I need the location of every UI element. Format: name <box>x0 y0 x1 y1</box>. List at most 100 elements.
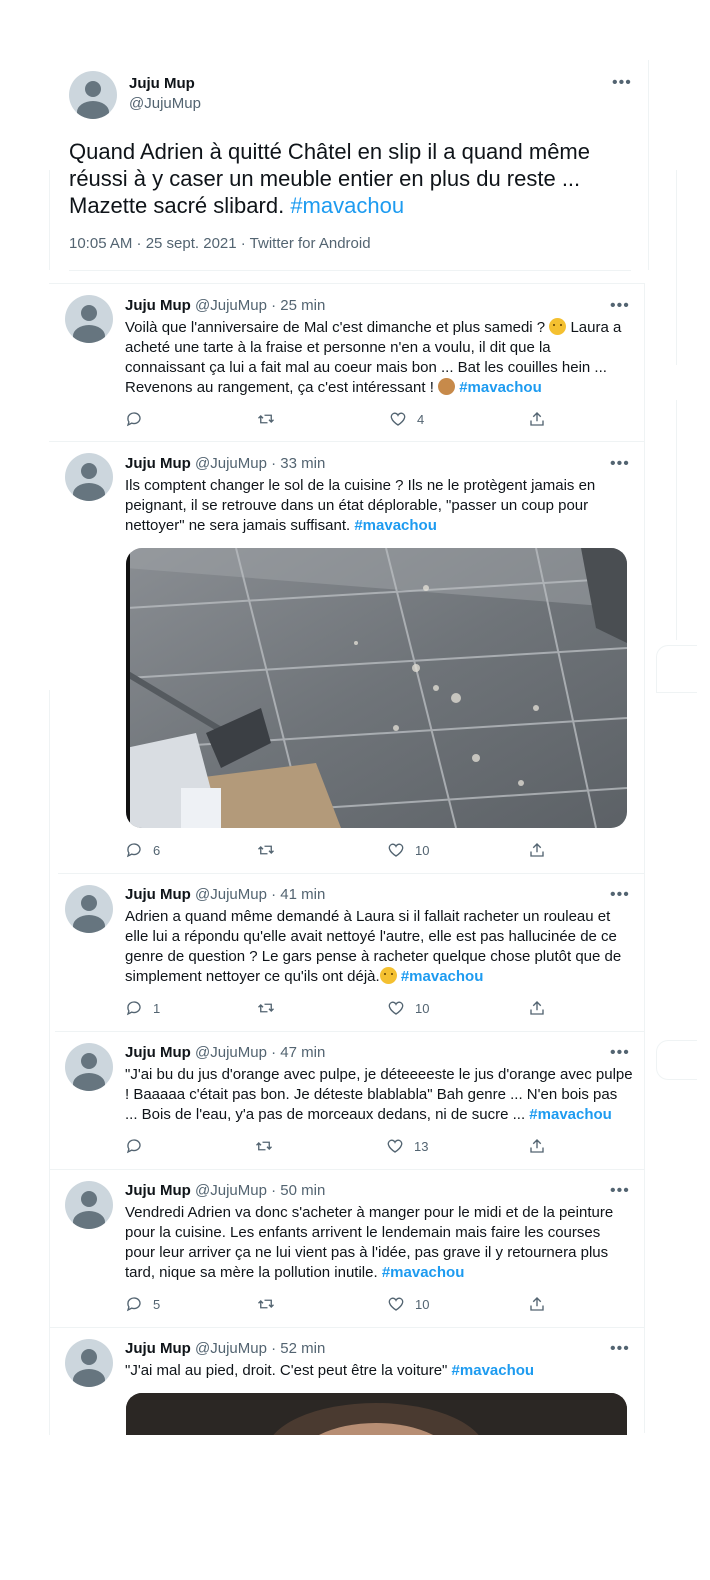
tweet-actions: 13 <box>125 1137 555 1157</box>
tweet-actions: 5 10 <box>125 1295 555 1315</box>
more-icon[interactable]: ••• <box>610 297 630 315</box>
tweet-image-person[interactable] <box>126 1393 627 1435</box>
reply-button[interactable]: 1 <box>125 999 160 1017</box>
author-handle[interactable]: @JujuMup <box>195 1340 267 1357</box>
author-handle[interactable]: @JujuMup <box>129 95 201 112</box>
retweet-button[interactable] <box>257 999 275 1017</box>
woman-facepalming-emoji <box>438 378 456 395</box>
side-widget-fragment <box>656 1040 697 1080</box>
timestamp[interactable]: · 47 min <box>271 1044 325 1061</box>
more-icon[interactable]: ••• <box>610 1340 630 1358</box>
heart-icon <box>390 412 406 426</box>
heart-icon <box>388 843 404 857</box>
reply-button[interactable]: 6 <box>125 841 160 859</box>
author-name[interactable]: Juju Mup <box>125 1340 191 1357</box>
divider <box>69 270 631 271</box>
tweet-text: "J'ai bu du jus d'orange avec pulpe, je … <box>125 1066 633 1123</box>
more-icon[interactable]: ••• <box>610 886 630 904</box>
page-edge-line <box>49 690 50 1435</box>
timestamp[interactable]: · 52 min <box>271 1340 325 1357</box>
hashtag-link[interactable]: #mavachou <box>290 193 404 218</box>
retweet-button[interactable] <box>257 410 275 428</box>
timestamp[interactable]: · 41 min <box>271 886 325 903</box>
like-button[interactable]: 10 <box>387 841 429 859</box>
author-handle[interactable]: @JujuMup <box>195 455 267 472</box>
like-button[interactable]: 13 <box>386 1137 428 1155</box>
avatar[interactable] <box>65 885 113 933</box>
timestamp[interactable]: · 25 min <box>271 297 325 314</box>
like-button[interactable]: 10 <box>387 999 429 1017</box>
tweet-header: Juju Mup @JujuMup · 52 min <box>125 1340 325 1357</box>
more-icon[interactable]: ••• <box>612 74 632 92</box>
tweet-text: Adrien a quand même demandé à Laura si i… <box>125 908 622 985</box>
reply-button[interactable] <box>125 410 153 428</box>
avatar[interactable] <box>65 295 113 343</box>
retweet-button[interactable] <box>257 841 275 859</box>
avatar[interactable] <box>69 71 117 119</box>
hashtag-link[interactable]: #mavachou <box>382 1264 465 1281</box>
hashtag-link[interactable]: #mavachou <box>354 517 437 534</box>
avatar[interactable] <box>65 453 113 501</box>
divider <box>58 873 644 874</box>
heart-icon <box>388 1001 404 1015</box>
timestamp[interactable]: · 50 min <box>271 1182 325 1199</box>
more-icon[interactable]: ••• <box>610 455 630 473</box>
tweet-text: "J'ai mal au pied, droit. C'est peut êtr… <box>125 1362 535 1379</box>
author-name[interactable]: Juju Mup <box>125 1044 191 1061</box>
hashtag-link[interactable]: #mavachou <box>401 968 484 985</box>
reply-icon <box>126 843 141 858</box>
author-name[interactable]: Juju Mup <box>125 455 191 472</box>
author-handle[interactable]: @JujuMup <box>195 297 267 314</box>
tweet-actions: 4 <box>125 410 555 430</box>
share-button[interactable] <box>528 410 546 428</box>
hashtag-link[interactable]: #mavachou <box>459 379 542 396</box>
share-icon <box>530 412 544 426</box>
like-button[interactable]: 4 <box>389 410 424 428</box>
tweet-header: Juju Mup @JujuMup · 25 min <box>125 297 325 314</box>
author-name[interactable]: Juju Mup <box>129 75 195 92</box>
page-edge-line <box>648 60 649 270</box>
more-icon[interactable]: ••• <box>610 1182 630 1200</box>
tweet-header: Juju Mup @JujuMup · 47 min <box>125 1044 325 1061</box>
tweet-text: Voilà que l'anniversaire de Mal c'est di… <box>125 318 622 396</box>
hashtag-link[interactable]: #mavachou <box>529 1106 612 1123</box>
share-button[interactable] <box>528 1137 546 1155</box>
divider <box>49 1327 644 1328</box>
share-button[interactable] <box>528 841 546 859</box>
reply-icon <box>126 1001 141 1016</box>
more-icon[interactable]: ••• <box>610 1044 630 1062</box>
avatar[interactable] <box>65 1043 113 1091</box>
author-name[interactable]: Juju Mup <box>125 886 191 903</box>
like-button[interactable]: 10 <box>387 1295 429 1313</box>
page-edge-line <box>676 170 677 365</box>
share-icon <box>530 1297 544 1311</box>
tweet-image-kitchen-floor[interactable] <box>126 548 627 828</box>
share-button[interactable] <box>528 999 546 1017</box>
timestamp[interactable]: · 33 min <box>271 455 325 472</box>
author-name[interactable]: Juju Mup <box>125 297 191 314</box>
tweet-text: Quand Adrien à quitté Châtel en slip il … <box>69 139 590 218</box>
reply-button[interactable] <box>125 1137 153 1155</box>
thinking-face-emoji <box>379 967 397 984</box>
share-icon <box>530 1001 544 1015</box>
tweet-meta[interactable]: 10:05 AM · 25 sept. 2021 · Twitter for A… <box>69 235 371 252</box>
reply-icon <box>126 1297 141 1312</box>
author-handle[interactable]: @JujuMup <box>195 1044 267 1061</box>
author-handle[interactable]: @JujuMup <box>195 1182 267 1199</box>
tweet-header: Juju Mup @JujuMup · 41 min <box>125 886 325 903</box>
reply-icon <box>126 1139 141 1154</box>
avatar[interactable] <box>65 1339 113 1387</box>
hashtag-link[interactable]: #mavachou <box>452 1362 535 1379</box>
timeline-border <box>644 283 645 1433</box>
author-name[interactable]: Juju Mup <box>125 1182 191 1199</box>
share-button[interactable] <box>528 1295 546 1313</box>
author-handle[interactable]: @JujuMup <box>195 886 267 903</box>
side-widget-fragment <box>656 645 697 693</box>
retweet-button[interactable] <box>257 1295 275 1313</box>
divider <box>49 283 644 284</box>
retweet-button[interactable] <box>255 1137 273 1155</box>
divider <box>55 1031 644 1032</box>
reply-button[interactable]: 5 <box>125 1295 160 1313</box>
avatar[interactable] <box>65 1181 113 1229</box>
tweet-actions: 6 10 <box>125 841 555 861</box>
